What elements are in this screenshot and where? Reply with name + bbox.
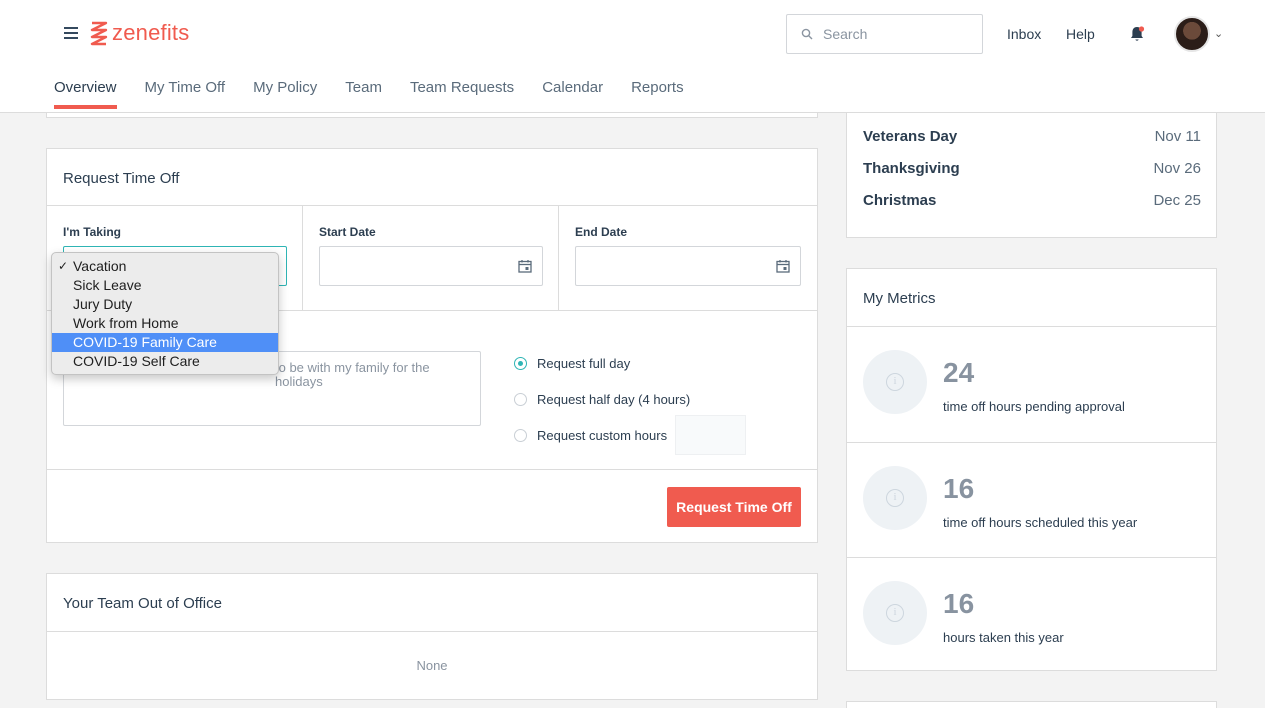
metric-value: 16 <box>943 588 975 619</box>
team-card-title: Your Team Out of Office <box>63 595 222 612</box>
end-date-label: End Date <box>575 225 628 239</box>
dropdown-option-vacation[interactable]: ✓ Vacation <box>52 257 278 276</box>
info-icon: i <box>863 350 927 414</box>
zenefits-logo[interactable]: zenefits <box>90 20 189 46</box>
end-date-group: End Date <box>559 206 817 311</box>
taking-label: I'm Taking <box>63 225 121 239</box>
tab-calendar[interactable]: Calendar <box>542 79 603 109</box>
leave-type-dropdown: ✓ Vacation Sick Leave Jury Duty Work from… <box>51 252 279 375</box>
holiday-row: Thanksgiving Nov 26 <box>863 160 1201 177</box>
full-day-option[interactable]: Request full day <box>514 345 746 381</box>
metric-item: i 16 time off hours scheduled this year <box>847 442 1216 557</box>
metric-label: hours taken this year <box>943 630 1064 645</box>
my-metrics-card: My Metrics i 24 time off hours pending a… <box>846 268 1217 671</box>
custom-hours-option[interactable]: Request custom hours <box>514 415 747 455</box>
menu-icon[interactable] <box>64 27 78 39</box>
metric-item: i 16 hours taken this year <box>847 557 1216 672</box>
metric-value: 16 <box>943 473 975 504</box>
calendar-icon[interactable] <box>518 259 532 273</box>
dropdown-option-work-from-home[interactable]: Work from Home <box>52 314 278 333</box>
option-label: Vacation <box>73 258 127 274</box>
duration-options: Request full day Request half day (4 hou… <box>514 345 747 455</box>
request-time-off-button[interactable]: Request Time Off <box>667 487 801 527</box>
notification-bell-icon[interactable] <box>1129 25 1145 43</box>
holiday-date: Nov 11 <box>1154 128 1201 145</box>
tab-team-requests[interactable]: Team Requests <box>410 79 514 109</box>
calendar-icon[interactable] <box>776 259 790 273</box>
start-date-label: Start Date <box>319 225 376 239</box>
holiday-name: Thanksgiving <box>863 160 960 177</box>
dropdown-option-covid-family-care[interactable]: COVID-19 Family Care <box>52 333 278 352</box>
full-day-label: Request full day <box>537 355 631 371</box>
custom-hours-radio[interactable] <box>514 428 527 442</box>
team-out-of-office-card: Your Team Out of Office None <box>46 573 818 700</box>
info-icon: i <box>863 581 927 645</box>
holiday-row: Veterans Day Nov 11 <box>863 128 1201 145</box>
custom-hours-input[interactable] <box>675 415 747 455</box>
tab-my-policy[interactable]: My Policy <box>253 79 317 109</box>
holiday-date: Nov 26 <box>1153 160 1201 177</box>
metric-label: time off hours pending approval <box>943 399 1125 414</box>
option-label: Jury Duty <box>73 296 133 312</box>
search-input[interactable] <box>823 26 973 42</box>
full-day-radio[interactable] <box>514 356 527 370</box>
zenefits-logo-icon <box>90 21 108 46</box>
next-card <box>846 701 1217 708</box>
user-avatar[interactable] <box>1174 16 1210 52</box>
custom-hours-label: Request custom hours <box>537 427 668 443</box>
chevron-down-icon[interactable]: ⌄ <box>1214 27 1223 40</box>
holiday-date: Dec 25 <box>1153 192 1201 209</box>
empty-state-text: None <box>416 658 448 673</box>
option-label: COVID-19 Self Care <box>73 353 200 369</box>
search-box[interactable] <box>786 14 983 54</box>
start-date-input[interactable] <box>319 246 543 286</box>
tab-overview[interactable]: Overview <box>54 79 117 109</box>
checkmark-icon: ✓ <box>58 259 69 273</box>
dropdown-option-sick-leave[interactable]: Sick Leave <box>52 276 278 295</box>
metrics-card-title: My Metrics <box>863 290 936 307</box>
start-date-group: Start Date <box>303 206 559 311</box>
request-card-title: Request Time Off <box>63 170 180 187</box>
dropdown-option-covid-self-care[interactable]: COVID-19 Self Care <box>52 352 278 371</box>
info-icon: i <box>863 466 927 530</box>
metric-value: 24 <box>943 357 975 388</box>
metric-label: time off hours scheduled this year <box>943 515 1138 530</box>
inbox-link[interactable]: Inbox <box>1007 26 1041 42</box>
tab-my-time-off[interactable]: My Time Off <box>145 79 226 109</box>
top-header: zenefits Inbox Help ⌄ Overview My Time O… <box>0 0 1265 113</box>
help-link[interactable]: Help <box>1066 26 1095 42</box>
half-day-label: Request half day (4 hours) <box>537 391 691 407</box>
holiday-name: Veterans Day <box>863 128 958 145</box>
tab-reports[interactable]: Reports <box>631 79 684 109</box>
brand-name: zenefits <box>112 20 190 45</box>
holiday-name: Christmas <box>863 192 937 209</box>
option-label: Work from Home <box>73 315 179 331</box>
holiday-row: Christmas Dec 25 <box>863 192 1201 209</box>
option-label: COVID-19 Family Care <box>73 334 217 350</box>
tab-team[interactable]: Team <box>345 79 382 109</box>
request-card-footer: Request Time Off <box>47 469 817 543</box>
metric-item: i 24 time off hours pending approval <box>847 327 1216 442</box>
search-icon <box>801 28 813 40</box>
holidays-card: Veterans Day Nov 11 Thanksgiving Nov 26 … <box>846 100 1217 238</box>
option-label: Sick Leave <box>73 277 142 293</box>
end-date-input[interactable] <box>575 246 801 286</box>
dropdown-option-jury-duty[interactable]: Jury Duty <box>52 295 278 314</box>
half-day-option[interactable]: Request half day (4 hours) <box>514 381 746 417</box>
nav-tabs: Overview My Time Off My Policy Team Team… <box>54 79 684 109</box>
half-day-radio[interactable] <box>514 392 527 406</box>
